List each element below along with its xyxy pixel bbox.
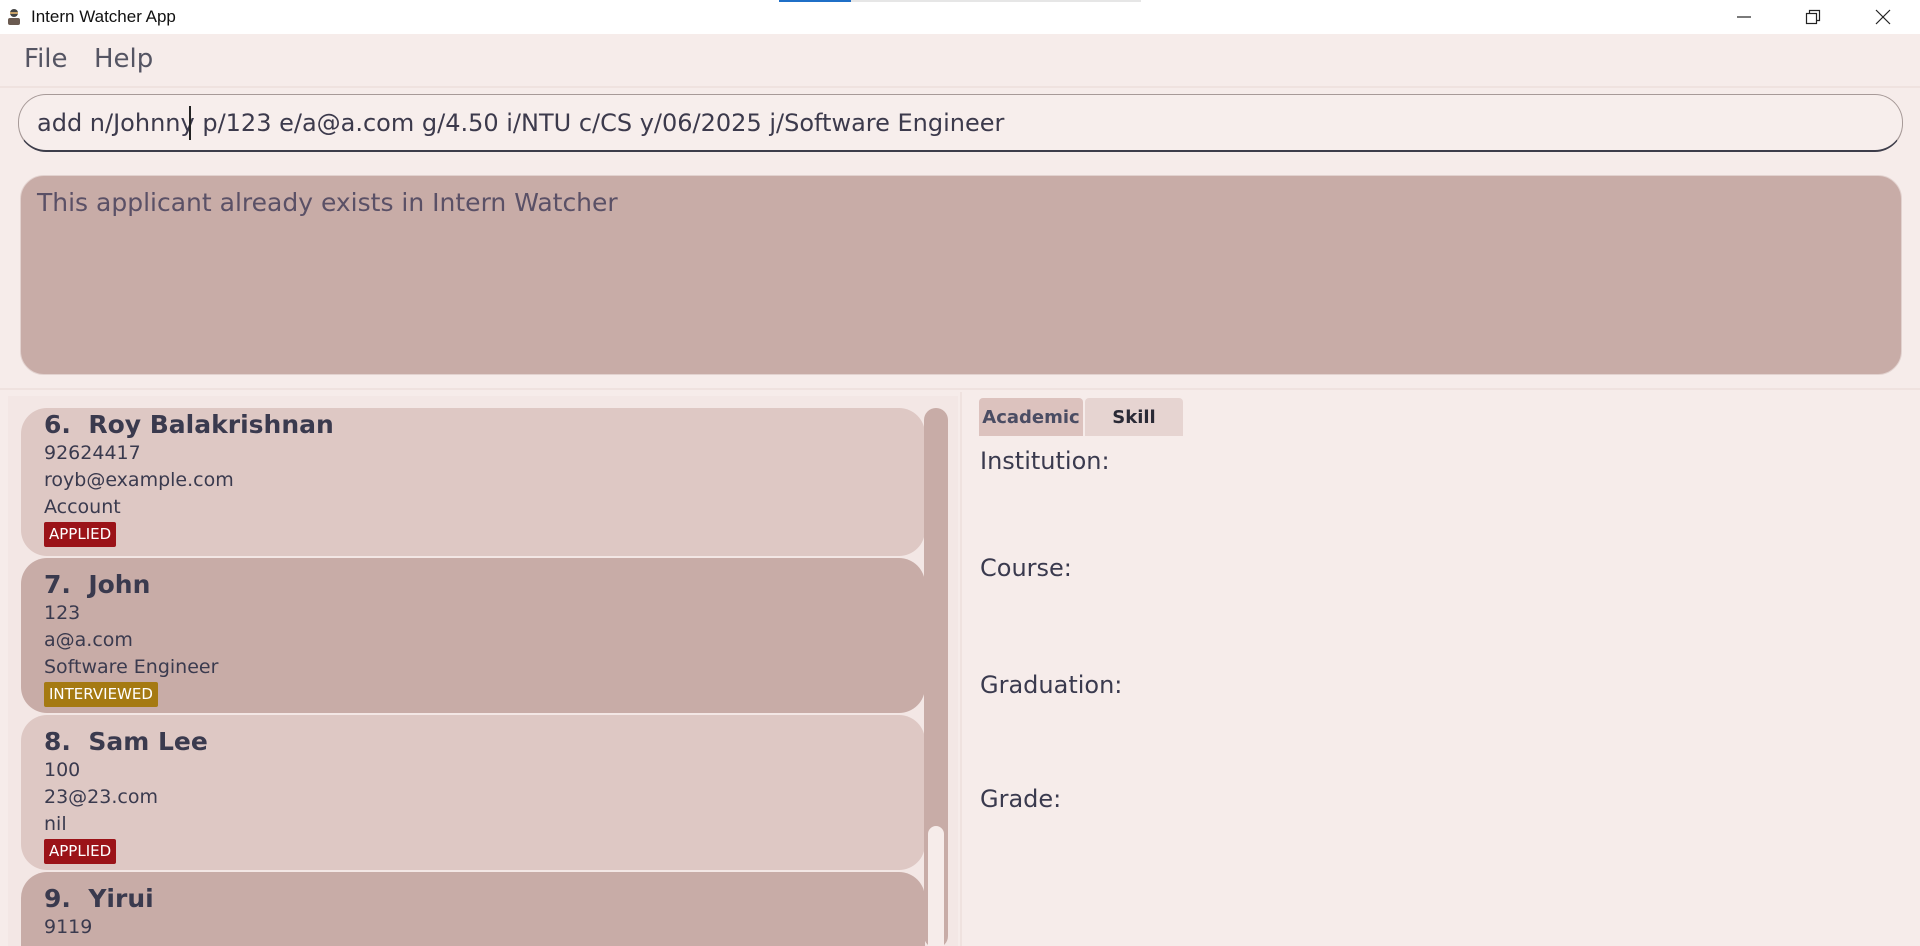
applicant-name: 8. Sam Lee	[44, 727, 208, 756]
app-icon	[4, 6, 24, 26]
command-input[interactable]: add n/Johnny p/123 e/a@a.com g/4.50 i/NT…	[18, 94, 1903, 152]
tab-indicator	[851, 0, 1141, 2]
menu-file[interactable]: File	[24, 44, 68, 74]
minimize-button[interactable]	[1709, 0, 1779, 34]
applicant-email: 23@23.com	[44, 786, 158, 808]
list-scrollbar[interactable]	[924, 408, 948, 946]
graduation-label: Graduation:	[980, 671, 1123, 699]
list-item[interactable]: 9. Yirui 9119	[21, 872, 925, 946]
detail-panel: Academic Skill Institution: Course: Grad…	[962, 392, 1920, 946]
result-display: This applicant already exists in Intern …	[20, 175, 1902, 375]
window-title: Intern Watcher App	[31, 7, 176, 26]
scrollbar-thumb[interactable]	[928, 826, 944, 946]
close-icon	[1875, 9, 1891, 25]
text-caret	[189, 106, 191, 140]
grade-label: Grade:	[980, 785, 1062, 813]
command-input-text[interactable]: add n/Johnny p/123 e/a@a.com g/4.50 i/NT…	[37, 109, 1004, 137]
applicant-job: Account	[44, 496, 121, 518]
tab-academic[interactable]: Academic	[979, 398, 1083, 436]
applicant-name: 6. Roy Balakrishnan	[44, 410, 334, 439]
menu-help[interactable]: Help	[94, 44, 153, 74]
status-badge: INTERVIEWED	[44, 682, 158, 707]
menu-divider	[0, 86, 1920, 88]
section-divider	[0, 388, 1920, 390]
minimize-icon	[1737, 16, 1751, 18]
applicant-job: Software Engineer	[44, 656, 219, 678]
applicant-list[interactable]: 6. Roy Balakrishnan 92624417 royb@exampl…	[8, 396, 958, 946]
status-badge: APPLIED	[44, 839, 117, 864]
applicant-job: nil	[44, 813, 67, 835]
list-item[interactable]: 7. John 123 a@a.com Software Engineer IN…	[21, 558, 925, 713]
applicant-phone: 9119	[44, 916, 93, 938]
applicant-phone: 92624417	[44, 442, 141, 464]
applicant-email: royb@example.com	[44, 469, 234, 491]
applicant-email: a@a.com	[44, 629, 133, 651]
applicant-name: 7. John	[44, 570, 151, 599]
tab-skill[interactable]: Skill	[1085, 398, 1183, 436]
tab-indicator-active	[779, 0, 851, 2]
result-message: This applicant already exists in Intern …	[37, 188, 618, 217]
list-item[interactable]: 6. Roy Balakrishnan 92624417 royb@exampl…	[21, 408, 925, 556]
course-label: Course:	[980, 554, 1072, 582]
list-item[interactable]: 8. Sam Lee 100 23@23.com nil APPLIED	[21, 715, 925, 870]
menu-bar: File Help	[0, 34, 1920, 86]
close-button[interactable]	[1848, 0, 1918, 34]
applicant-name: 9. Yirui	[44, 884, 154, 913]
restore-icon	[1805, 9, 1821, 25]
institution-label: Institution:	[980, 447, 1110, 475]
applicant-phone: 100	[44, 759, 81, 781]
status-badge: APPLIED	[44, 522, 117, 547]
title-bar: Intern Watcher App	[0, 0, 1920, 34]
restore-button[interactable]	[1778, 0, 1848, 34]
applicant-phone: 123	[44, 602, 81, 624]
